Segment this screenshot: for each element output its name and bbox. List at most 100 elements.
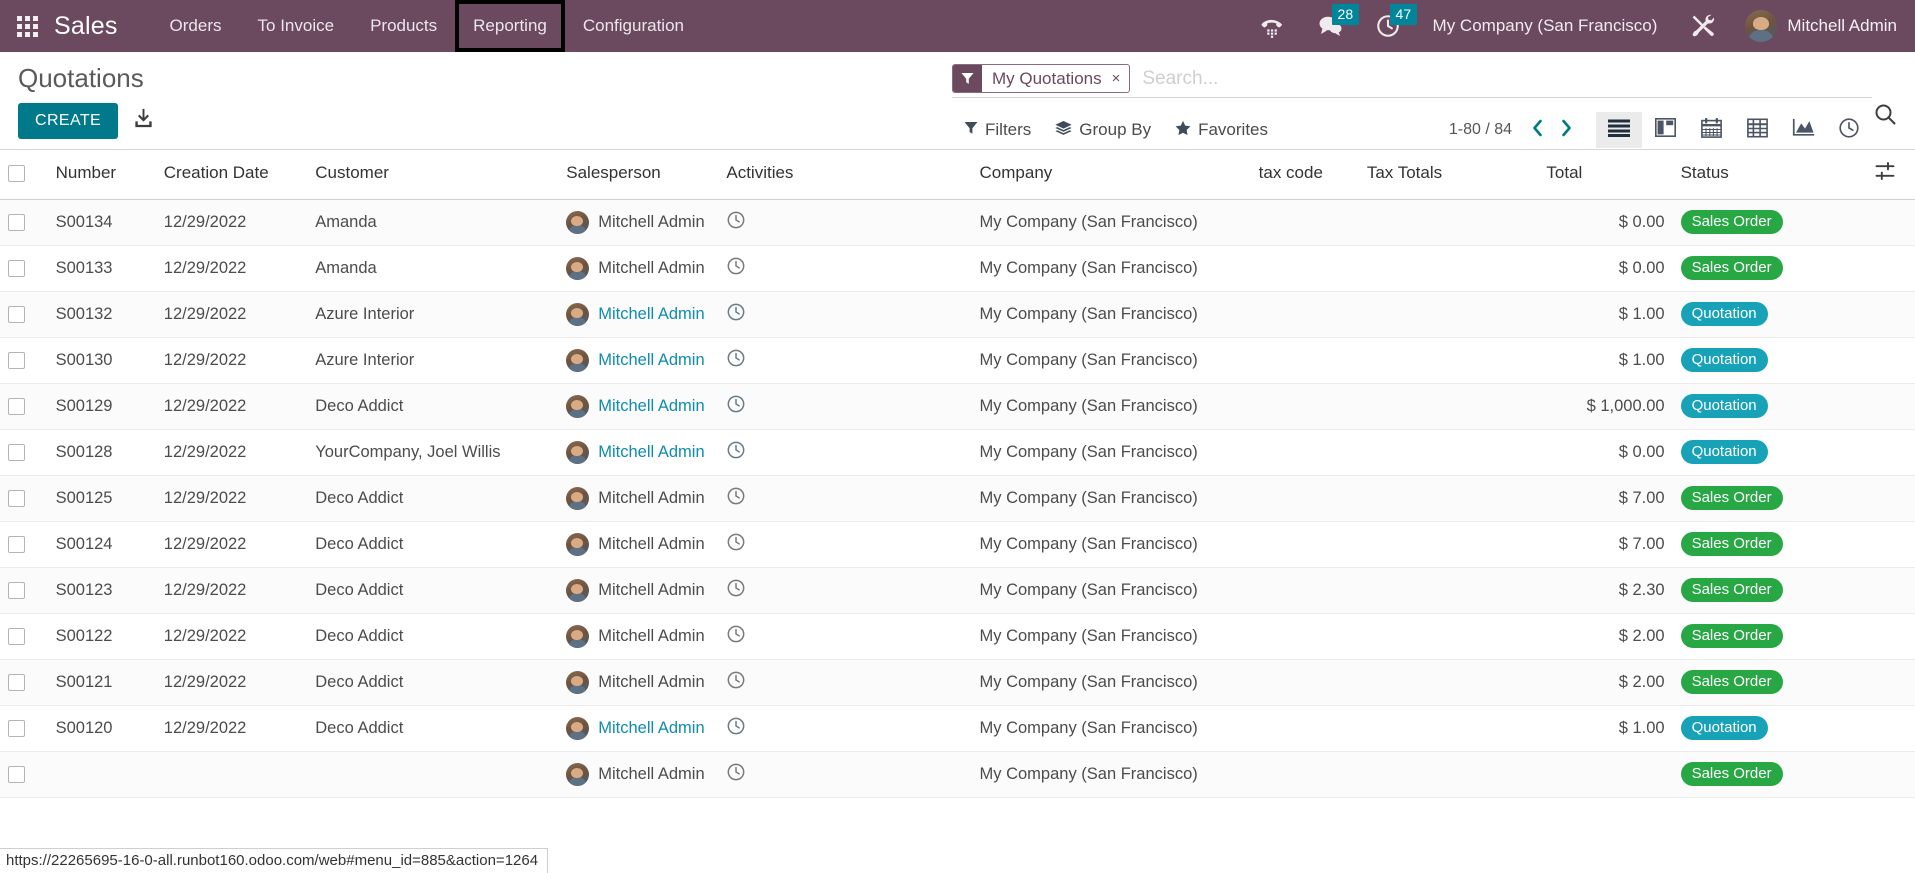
row-checkbox[interactable] (8, 489, 25, 507)
view-button-calendar[interactable] (1688, 112, 1734, 148)
cell-activities[interactable] (718, 521, 972, 568)
column-header-company[interactable]: Company (971, 149, 1251, 200)
search-input[interactable] (1130, 67, 1872, 90)
clock-icon[interactable] (726, 440, 746, 460)
cell-company: My Company (San Francisco) (971, 613, 1251, 660)
user-menu[interactable]: Mitchell Admin (1733, 10, 1897, 42)
cell-activities[interactable] (718, 383, 972, 430)
clock-icon[interactable] (726, 256, 746, 276)
table-row[interactable]: S00128 12/29/2022 YourCompany, Joel Willis… (0, 429, 1915, 476)
row-checkbox[interactable] (8, 351, 25, 369)
column-header-salesperson[interactable]: Salesperson (558, 149, 719, 200)
view-button-pivot[interactable] (1734, 112, 1780, 148)
groupby-dropdown[interactable]: Group By (1043, 116, 1163, 145)
menu-item-configuration[interactable]: Configuration (565, 0, 702, 52)
table-row[interactable]: S00132 12/29/2022 Azure Interior Mitchell A… (0, 291, 1915, 338)
cell-activities[interactable] (718, 613, 972, 660)
clock-icon[interactable] (726, 210, 746, 230)
cell-activities[interactable] (718, 567, 972, 614)
cell-customer: Deco Addict (307, 659, 559, 706)
optional-columns-toggle[interactable] (1867, 149, 1915, 200)
clock-icon[interactable] (726, 716, 746, 736)
voip-dialpad-button[interactable] (1243, 0, 1301, 52)
clock-icon[interactable] (726, 394, 746, 414)
cell-activities[interactable] (718, 245, 972, 292)
clock-icon[interactable] (726, 348, 746, 368)
view-button-kanban[interactable] (1642, 112, 1688, 148)
cell-total: $ 1.00 (1538, 705, 1673, 752)
column-header-status[interactable]: Status (1672, 149, 1868, 200)
messages-button[interactable]: 28 (1301, 0, 1360, 52)
clock-icon[interactable] (726, 670, 746, 690)
pager-next-button[interactable] (1555, 119, 1578, 141)
pager-value[interactable]: 1-80 / 84 (1449, 121, 1520, 139)
menu-item-reporting[interactable]: Reporting (455, 0, 565, 52)
row-checkbox[interactable] (8, 213, 25, 231)
row-checkbox[interactable] (8, 673, 25, 691)
table-row[interactable]: S00123 12/29/2022 Deco Addict Mitchell Admi… (0, 567, 1915, 614)
column-header-number[interactable]: Number (47, 149, 156, 200)
cell-activities[interactable] (718, 429, 972, 476)
cell-activities[interactable] (718, 659, 972, 706)
row-checkbox[interactable] (8, 259, 25, 277)
row-checkbox[interactable] (8, 627, 25, 645)
debug-tools-button[interactable] (1673, 0, 1733, 52)
pager-previous-button[interactable] (1526, 119, 1549, 141)
search-icon[interactable] (1873, 102, 1897, 131)
clock-icon[interactable] (726, 486, 746, 506)
import-records-button[interactable] (132, 107, 155, 135)
cell-total: $ 0.00 (1538, 199, 1673, 246)
filters-dropdown[interactable]: Filters (952, 116, 1043, 144)
cell-activities[interactable] (718, 291, 972, 338)
column-header-total[interactable]: Total (1538, 149, 1673, 200)
search-facet-my-quotations[interactable]: My Quotations × (952, 64, 1131, 93)
cell-activities[interactable] (718, 475, 972, 522)
table-row[interactable]: S00130 12/29/2022 Azure Interior Mitchell A… (0, 337, 1915, 384)
clock-icon[interactable] (726, 532, 746, 552)
row-checkbox[interactable] (8, 535, 25, 553)
view-button-list[interactable] (1596, 112, 1642, 148)
app-brand-sales[interactable]: Sales (54, 12, 118, 41)
cell-activities[interactable] (718, 705, 972, 752)
view-button-graph[interactable] (1780, 112, 1826, 148)
apps-menu-toggle[interactable] (0, 0, 54, 52)
table-row[interactable]: S00133 12/29/2022 Amanda Mitchell Admin My C… (0, 245, 1915, 292)
column-header-customer[interactable]: Customer (307, 149, 559, 200)
table-row[interactable]: Mitchell Admin My Company (San Francisco)… (0, 751, 1915, 798)
column-header-creation-date[interactable]: Creation Date (155, 149, 308, 200)
company-switcher[interactable]: My Company (San Francisco) (1417, 16, 1674, 36)
clock-icon[interactable] (726, 624, 746, 644)
cell-activities[interactable] (718, 337, 972, 384)
table-row[interactable]: S00121 12/29/2022 Deco Addict Mitchell Admi… (0, 659, 1915, 706)
table-row[interactable]: S00122 12/29/2022 Deco Addict Mitchell Admi… (0, 613, 1915, 660)
column-header-tax-code[interactable]: tax code (1250, 149, 1359, 200)
select-all-checkbox[interactable] (8, 165, 25, 183)
table-row[interactable]: S00124 12/29/2022 Deco Addict Mitchell Admi… (0, 521, 1915, 568)
clock-icon[interactable] (726, 578, 746, 598)
menu-item-orders[interactable]: Orders (152, 0, 240, 52)
column-header-activities[interactable]: Activities (718, 149, 972, 200)
table-row[interactable]: S00134 12/29/2022 Amanda Mitchell Admin My C… (0, 199, 1915, 246)
column-header-tax-totals[interactable]: Tax Totals (1358, 149, 1539, 200)
menu-item-to-invoice[interactable]: To Invoice (240, 0, 353, 52)
table-row[interactable]: S00125 12/29/2022 Deco Addict Mitchell Admi… (0, 475, 1915, 522)
list-view-icon (1608, 119, 1630, 142)
clock-icon[interactable] (726, 302, 746, 322)
close-icon[interactable]: × (1112, 71, 1121, 86)
view-button-activity[interactable] (1826, 112, 1872, 148)
table-row[interactable]: S00120 12/29/2022 Deco Addict Mitchell Admi… (0, 705, 1915, 752)
row-checkbox[interactable] (8, 581, 25, 599)
row-checkbox[interactable] (8, 765, 25, 783)
favorites-dropdown[interactable]: Favorites (1163, 116, 1280, 145)
row-checkbox[interactable] (8, 443, 25, 461)
row-checkbox[interactable] (8, 397, 25, 415)
clock-icon[interactable] (726, 762, 746, 782)
table-row[interactable]: S00129 12/29/2022 Deco Addict Mitchell Admi… (0, 383, 1915, 430)
row-checkbox[interactable] (8, 719, 25, 737)
cell-activities[interactable] (718, 751, 972, 798)
create-button[interactable]: CREATE (18, 102, 119, 139)
activities-button[interactable]: 47 (1359, 0, 1418, 52)
menu-item-products[interactable]: Products (352, 0, 455, 52)
cell-activities[interactable] (718, 199, 972, 246)
row-checkbox[interactable] (8, 305, 25, 323)
